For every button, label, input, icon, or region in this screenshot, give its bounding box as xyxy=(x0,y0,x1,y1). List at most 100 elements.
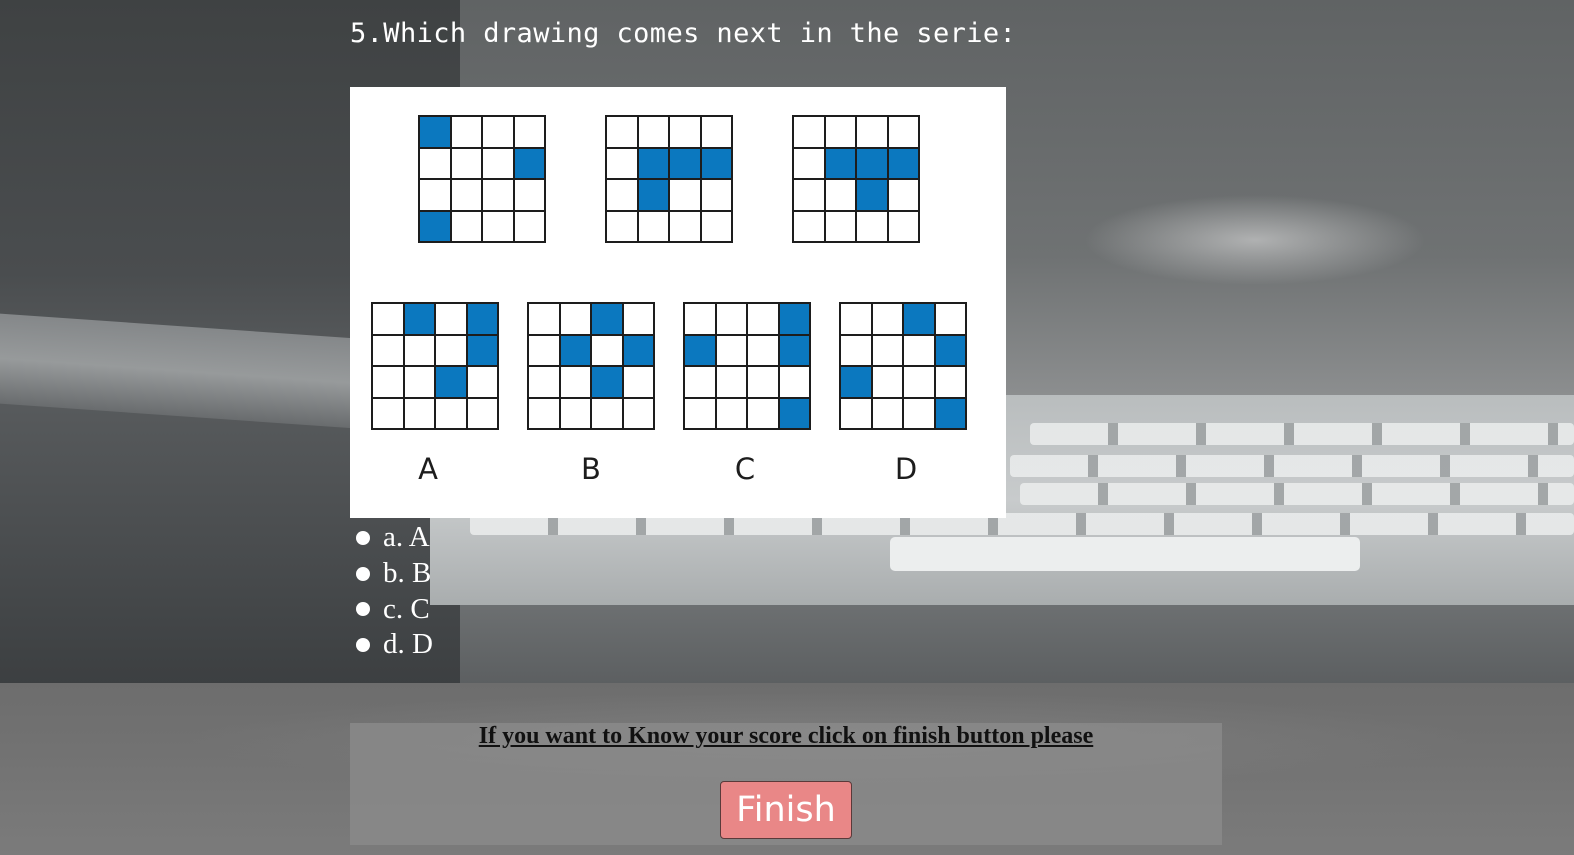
choice-grid-a xyxy=(371,302,499,430)
finish-panel: If you want to Know your score click on … xyxy=(350,723,1222,845)
question-figure: A B C D xyxy=(350,87,1006,518)
grid-cell xyxy=(592,398,622,428)
grid-cell xyxy=(904,398,934,428)
grid-cell xyxy=(748,398,778,428)
grid-cell-filled xyxy=(779,304,809,334)
grid-cell-filled xyxy=(701,148,731,178)
grid-cell xyxy=(607,148,637,178)
choice-grid-b xyxy=(527,302,655,430)
grid-cell xyxy=(748,335,778,365)
grid-cell xyxy=(607,211,637,241)
option-label: a. A xyxy=(383,521,430,554)
grid-cell xyxy=(872,367,902,397)
grid-cell-filled xyxy=(670,148,700,178)
grid-cell xyxy=(670,180,700,210)
grid-cell xyxy=(670,117,700,147)
grid-cell xyxy=(483,148,513,178)
choice-grid-c xyxy=(683,302,811,430)
grid-cell xyxy=(420,148,450,178)
option-label: d. D xyxy=(383,628,433,661)
grid-cell-filled xyxy=(638,180,668,210)
grid-cell xyxy=(701,117,731,147)
grid-cell xyxy=(607,117,637,147)
answer-options: a. A b. B c. C d. D xyxy=(356,520,433,663)
grid-cell xyxy=(373,335,403,365)
radio-icon[interactable] xyxy=(356,602,370,617)
grid-cell-filled xyxy=(467,335,497,365)
grid-cell xyxy=(529,367,559,397)
grid-cell xyxy=(467,367,497,397)
grid-cell-filled xyxy=(623,335,653,365)
option-d[interactable]: d. D xyxy=(356,627,433,663)
keyboard-row xyxy=(1030,423,1574,445)
option-a[interactable]: a. A xyxy=(356,520,433,556)
grid-cell xyxy=(436,398,466,428)
grid-cell-filled xyxy=(779,398,809,428)
grid-cell xyxy=(794,117,824,147)
grid-cell xyxy=(888,180,918,210)
grid-cell xyxy=(872,398,902,428)
grid-cell xyxy=(779,367,809,397)
option-c[interactable]: c. C xyxy=(356,591,433,627)
grid-cell-filled xyxy=(904,304,934,334)
grid-cell xyxy=(592,335,622,365)
grid-cell xyxy=(404,367,434,397)
radio-icon[interactable] xyxy=(356,637,370,652)
grid-cell xyxy=(420,180,450,210)
grid-cell xyxy=(560,398,590,428)
grid-cell xyxy=(872,304,902,334)
grid-cell xyxy=(904,367,934,397)
grid-cell xyxy=(857,211,887,241)
grid-cell xyxy=(436,335,466,365)
grid-cell xyxy=(748,367,778,397)
grid-cell xyxy=(716,304,746,334)
grid-cell-filled xyxy=(420,117,450,147)
radio-icon[interactable] xyxy=(356,566,370,581)
grid-cell-filled xyxy=(514,148,544,178)
series-grid-2 xyxy=(605,115,733,243)
grid-cell xyxy=(623,367,653,397)
grid-cell xyxy=(716,367,746,397)
grid-cell xyxy=(467,398,497,428)
option-label: b. B xyxy=(383,557,432,590)
grid-cell-filled xyxy=(467,304,497,334)
grid-cell xyxy=(514,180,544,210)
radio-icon[interactable] xyxy=(356,530,370,545)
option-b[interactable]: b. B xyxy=(356,556,433,592)
grid-cell xyxy=(607,180,637,210)
grid-cell xyxy=(529,304,559,334)
grid-cell xyxy=(373,304,403,334)
grid-cell-filled xyxy=(888,148,918,178)
keyboard-spacebar xyxy=(890,537,1360,571)
grid-cell xyxy=(404,335,434,365)
grid-cell xyxy=(825,180,855,210)
series-grid-3 xyxy=(792,115,920,243)
grid-cell xyxy=(451,180,481,210)
grid-cell xyxy=(748,304,778,334)
grid-cell xyxy=(841,398,871,428)
grid-cell-filled xyxy=(779,335,809,365)
grid-cell xyxy=(888,117,918,147)
choice-letter-b: B xyxy=(581,452,601,486)
grid-cell xyxy=(483,180,513,210)
choice-letter-c: C xyxy=(734,452,756,486)
grid-cell xyxy=(638,117,668,147)
keyboard-row xyxy=(1020,483,1574,505)
grid-cell xyxy=(825,117,855,147)
grid-cell xyxy=(685,367,715,397)
grid-cell-filled xyxy=(935,398,965,428)
grid-cell xyxy=(638,211,668,241)
option-label: c. C xyxy=(383,592,430,625)
grid-cell xyxy=(404,398,434,428)
grid-cell-filled xyxy=(560,335,590,365)
grid-cell xyxy=(794,180,824,210)
grid-cell xyxy=(825,211,855,241)
grid-cell xyxy=(560,367,590,397)
grid-cell-filled xyxy=(935,335,965,365)
finish-button[interactable]: Finish xyxy=(720,781,852,839)
grid-cell xyxy=(529,398,559,428)
grid-cell xyxy=(483,211,513,241)
grid-cell xyxy=(560,304,590,334)
grid-cell xyxy=(514,211,544,241)
grid-cell xyxy=(716,335,746,365)
